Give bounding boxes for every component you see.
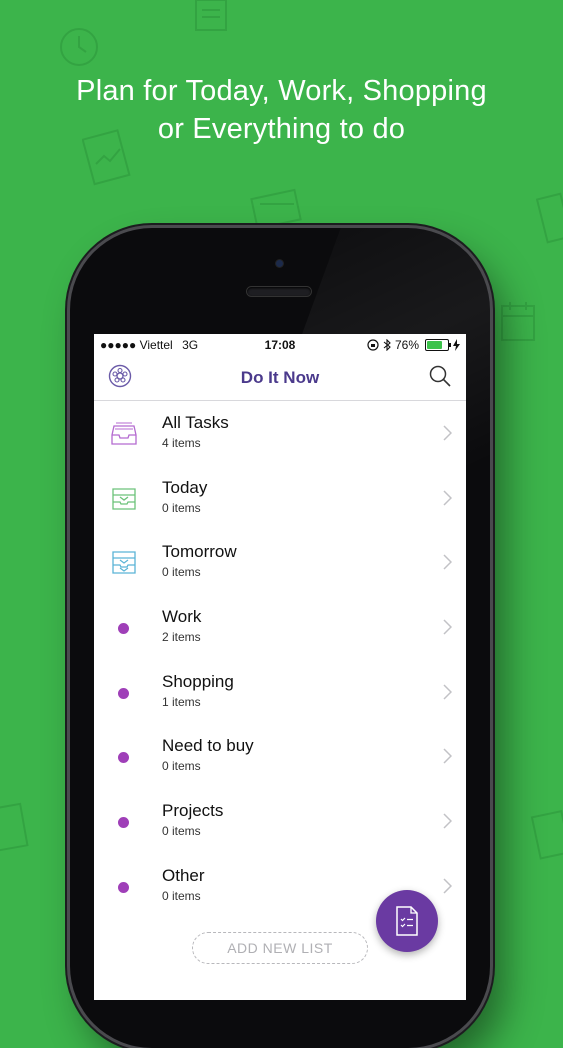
box-doodle-icon	[250, 188, 302, 228]
tomorrow-tray-icon	[112, 551, 136, 575]
inbox-tray-icon	[111, 422, 137, 445]
app-screen: ●●●●● Viettel 3G 17:08 76% Do It Now All	[94, 334, 466, 1000]
bluetooth-icon	[383, 339, 391, 351]
chevron-right-icon	[443, 619, 452, 635]
task-lists: All Tasks 4 items Today 0 items Tomorrow 0 it…	[94, 401, 466, 919]
folder-doodle-icon	[0, 802, 29, 852]
list-color-dot	[118, 817, 129, 829]
page-title: Do It Now	[240, 368, 320, 387]
charging-bolt-icon	[453, 339, 460, 351]
nav-bar: Do It Now	[94, 356, 466, 401]
headline: Plan for Today, Work, Shopping or Everyt…	[0, 72, 563, 148]
list-color-dot	[118, 687, 129, 699]
list-item[interactable]: Shopping 1 items	[94, 660, 466, 725]
earpiece-speaker	[247, 287, 311, 296]
list-item-count: 0 items	[162, 824, 201, 839]
list-color-dot	[118, 752, 129, 764]
headline-line-1: Plan for Today, Work, Shopping	[76, 75, 487, 107]
headline-line-2: or Everything to do	[157, 113, 406, 145]
chevron-right-icon	[443, 813, 452, 829]
list-item[interactable]: Today 0 items	[94, 466, 466, 531]
chevron-right-icon	[443, 748, 452, 764]
chevron-right-icon	[443, 490, 452, 506]
chevron-right-icon	[443, 554, 452, 570]
list-item-name: Today	[162, 477, 208, 497]
list-item-count: 2 items	[162, 630, 201, 645]
list-item[interactable]: Work 2 items	[94, 595, 466, 660]
calendar-doodle-icon	[501, 302, 535, 341]
list-item-name: Projects	[162, 801, 224, 821]
list-item-name: Tomorrow	[162, 542, 237, 562]
battery-icon	[425, 339, 451, 351]
tray-doodle-icon	[536, 192, 563, 244]
search-icon[interactable]	[428, 364, 452, 388]
today-tray-icon	[112, 488, 136, 510]
chevron-right-icon	[443, 425, 452, 441]
tray2-doodle-icon	[530, 809, 563, 860]
list-item-name: Work	[162, 607, 202, 627]
list-item-count: 0 items	[162, 565, 201, 580]
list-item-name: Need to buy	[162, 736, 254, 756]
list-item-name: All Tasks	[162, 413, 229, 432]
notepad-doodle-icon	[195, 0, 227, 31]
clock-doodle-icon	[60, 28, 98, 66]
status-bar: ●●●●● Viettel 3G 17:08 76%	[94, 334, 466, 356]
orientation-lock-icon	[367, 339, 379, 351]
list-item-name: Shopping	[162, 671, 234, 691]
list-item-count: 1 items	[162, 694, 201, 709]
list-item[interactable]: Tomorrow 0 items	[94, 530, 466, 595]
list-item[interactable]: All Tasks 4 items	[94, 401, 466, 466]
battery-percent: 76%	[394, 338, 419, 352]
front-camera	[276, 260, 283, 267]
list-item-count: 0 items	[162, 759, 201, 774]
new-task-fab[interactable]	[376, 890, 438, 952]
list-item-count: 4 items	[162, 436, 201, 450]
add-new-list-button[interactable]: ADD NEW LIST	[192, 932, 368, 964]
list-item[interactable]: Projects 0 items	[94, 789, 466, 854]
list-item-count: 0 items	[162, 888, 201, 903]
list-color-dot	[118, 623, 129, 635]
list-item-name: Other	[162, 865, 205, 885]
chevron-right-icon	[443, 878, 452, 894]
chevron-right-icon	[443, 684, 452, 700]
list-item[interactable]: Need to buy 0 items	[94, 724, 466, 789]
list-color-dot	[118, 881, 129, 893]
list-item-count: 0 items	[162, 500, 201, 515]
new-task-icon	[396, 906, 418, 936]
